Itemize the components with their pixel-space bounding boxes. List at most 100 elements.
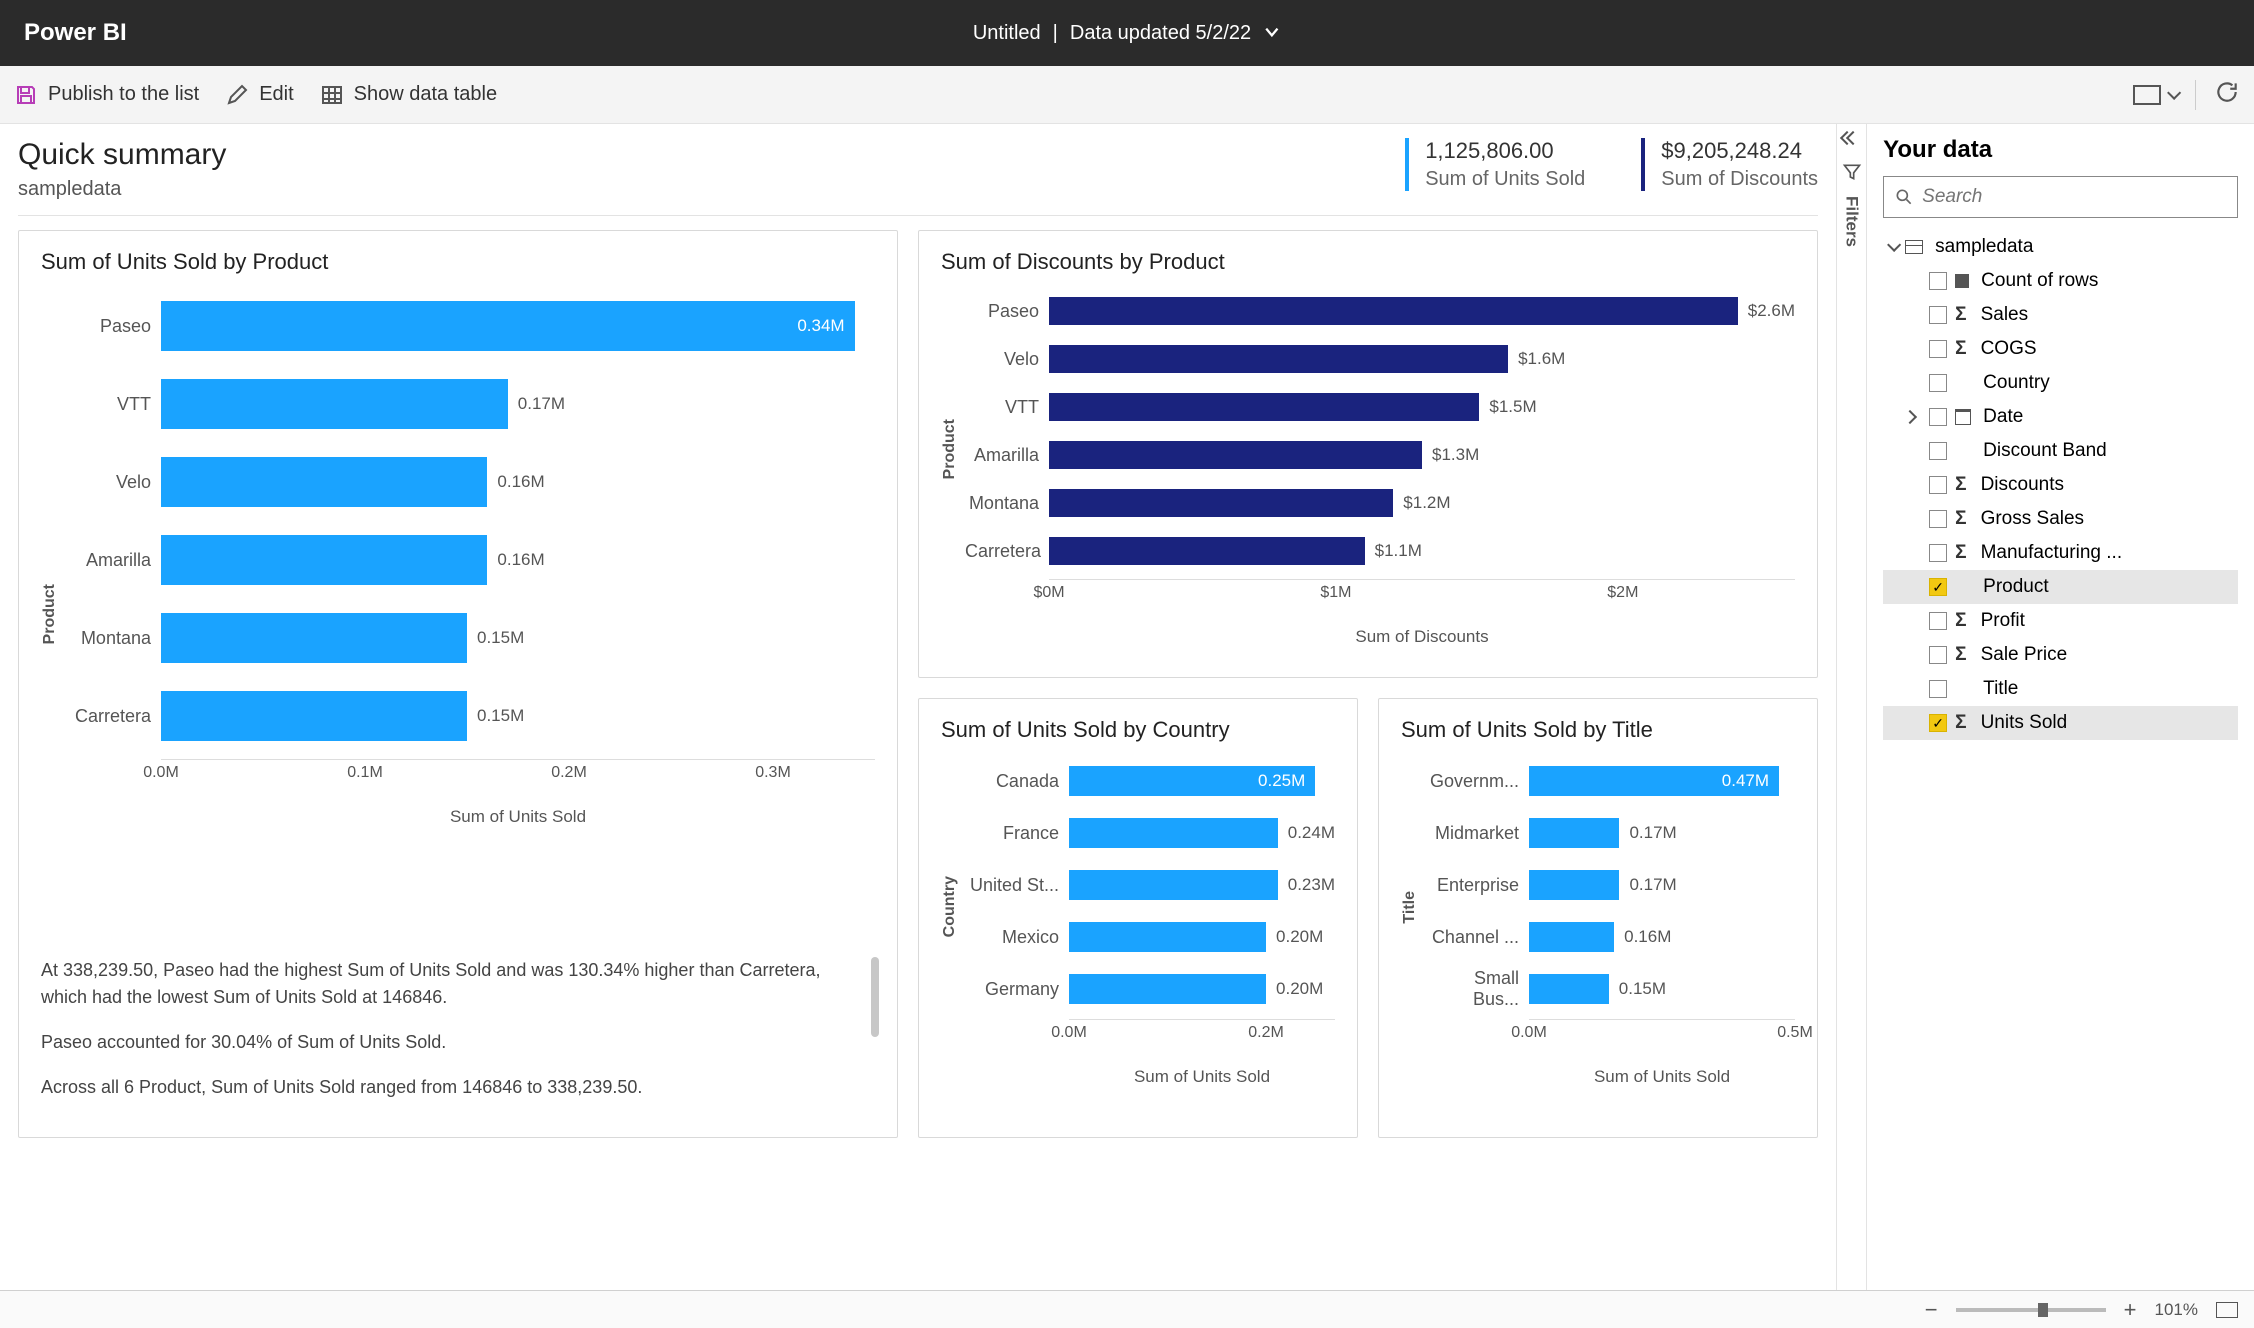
bar[interactable] [1049, 537, 1365, 565]
category-label: Paseo [965, 301, 1049, 322]
bar[interactable] [1529, 818, 1619, 848]
field-name: Sale Price [1981, 644, 2068, 666]
y-axis-label: Country [941, 876, 959, 937]
checkbox[interactable]: ✓ [1929, 714, 1947, 732]
bar[interactable] [1529, 922, 1614, 952]
checkbox[interactable] [1929, 374, 1947, 392]
field-row[interactable]: Discounts [1883, 468, 2238, 502]
category-label: United St... [965, 875, 1069, 896]
refresh-button[interactable] [2214, 79, 2240, 111]
search-input-wrap[interactable] [1883, 176, 2238, 218]
bar[interactable] [161, 457, 487, 507]
y-axis-label: Product [41, 584, 59, 644]
edit-button[interactable]: Edit [225, 83, 293, 107]
bar[interactable] [1049, 297, 1738, 325]
search-input[interactable] [1922, 186, 2227, 208]
bar[interactable] [161, 613, 467, 663]
checkbox[interactable] [1929, 544, 1947, 562]
bar-row: Mexico0.20M [965, 913, 1335, 961]
bar-row: Velo$1.6M [965, 337, 1795, 381]
bar-row: Paseo$2.6M [965, 289, 1795, 333]
bar[interactable] [1069, 818, 1278, 848]
value-label: 0.20M [1276, 979, 1323, 999]
kpi: 1,125,806.00Sum of Units Sold [1405, 138, 1585, 191]
field-row[interactable]: Manufacturing ... [1883, 536, 2238, 570]
value-label: $1.3M [1432, 445, 1479, 465]
checkbox[interactable] [1929, 646, 1947, 664]
bar[interactable] [1069, 922, 1266, 952]
field-row[interactable]: Profit [1883, 604, 2238, 638]
sigma-icon [1955, 712, 1972, 734]
field-row[interactable]: ✓ Units Sold [1883, 706, 2238, 740]
field-row[interactable]: Title [1883, 672, 2238, 706]
checkbox[interactable] [1929, 442, 1947, 460]
sigma-icon [1955, 542, 1972, 564]
scrollbar[interactable] [871, 957, 879, 1037]
checkbox[interactable] [1929, 612, 1947, 630]
checkbox[interactable] [1929, 680, 1947, 698]
field-row[interactable]: Country [1883, 366, 2238, 400]
field-row[interactable]: Sale Price [1883, 638, 2238, 672]
value-label: 0.17M [518, 394, 565, 414]
field-name: Units Sold [1981, 712, 2068, 734]
fit-to-page-button[interactable] [2216, 1302, 2238, 1318]
field-row[interactable]: COGS [1883, 332, 2238, 366]
bar-row: Channel ...0.16M [1425, 913, 1795, 961]
bar[interactable] [1049, 489, 1393, 517]
show-data-table-button[interactable]: Show data table [320, 83, 497, 107]
checkbox[interactable] [1929, 510, 1947, 528]
bar-row: VTT$1.5M [965, 385, 1795, 429]
chevron-down-icon [1887, 238, 1901, 252]
bar[interactable] [1069, 974, 1266, 1004]
checkbox[interactable] [1929, 476, 1947, 494]
checkbox[interactable] [1929, 408, 1947, 426]
calendar-icon [1955, 409, 1971, 425]
bar[interactable] [161, 691, 467, 741]
bar[interactable] [1049, 393, 1479, 421]
checkbox[interactable] [1929, 306, 1947, 324]
bar[interactable] [1529, 870, 1619, 900]
tile-units-by-country[interactable]: Sum of Units Sold by Country CountryCana… [918, 698, 1358, 1138]
checkbox[interactable] [1929, 340, 1947, 358]
zoom-in-button[interactable]: + [2124, 1297, 2137, 1323]
tile-units-by-title[interactable]: Sum of Units Sold by Title TitleGovernm.… [1378, 698, 1818, 1138]
field-row[interactable]: Sales [1883, 298, 2238, 332]
view-mode-button[interactable] [2133, 85, 2177, 105]
bar[interactable] [1069, 870, 1278, 900]
zoom-out-button[interactable]: − [1925, 1297, 1938, 1323]
bar[interactable]: 0.34M [161, 301, 855, 351]
doc-title-group[interactable]: Untitled | Data updated 5/2/22 [973, 21, 1281, 45]
field-row[interactable]: ✓Product [1883, 570, 2238, 604]
field-row[interactable]: Count of rows [1883, 264, 2238, 298]
field-row[interactable]: Discount Band [1883, 434, 2238, 468]
bar-row: Montana$1.2M [965, 481, 1795, 525]
tile-units-by-product[interactable]: Sum of Units Sold by Product ProductPase… [18, 230, 898, 1138]
main: Quick summary sampledata 1,125,806.00Sum… [0, 124, 2254, 1290]
bar[interactable] [161, 379, 508, 429]
kpi-label: Sum of Units Sold [1425, 168, 1585, 191]
save-icon [14, 83, 38, 107]
tile-discounts-by-product[interactable]: Sum of Discounts by Product ProductPaseo… [918, 230, 1818, 678]
checkbox[interactable] [1929, 272, 1947, 290]
field-row[interactable]: Date [1883, 400, 2238, 434]
search-icon [1894, 187, 1914, 207]
bar-row: Amarilla0.16M [65, 523, 875, 597]
bar[interactable] [161, 535, 487, 585]
field-row[interactable]: Gross Sales [1883, 502, 2238, 536]
value-label: 0.20M [1276, 927, 1323, 947]
table-node[interactable]: sampledata [1883, 230, 2238, 264]
bar-row: Midmarket0.17M [1425, 809, 1795, 857]
bar[interactable] [1529, 974, 1609, 1004]
zoom-slider[interactable] [1956, 1308, 2106, 1312]
x-ticks: 0.0M0.5M [1529, 1019, 1795, 1041]
bar[interactable] [1049, 441, 1422, 469]
bar-row: Amarilla$1.3M [965, 433, 1795, 477]
bar[interactable]: 0.25M [1069, 766, 1315, 796]
publish-button[interactable]: Publish to the list [14, 83, 199, 107]
filters-rail[interactable]: Filters [1836, 124, 1866, 1290]
bar[interactable] [1049, 345, 1508, 373]
data-panel-title: Your data [1883, 136, 2238, 164]
checkbox[interactable]: ✓ [1929, 578, 1947, 596]
bar-row: Small Bus...0.15M [1425, 965, 1795, 1013]
bar[interactable]: 0.47M [1529, 766, 1779, 796]
